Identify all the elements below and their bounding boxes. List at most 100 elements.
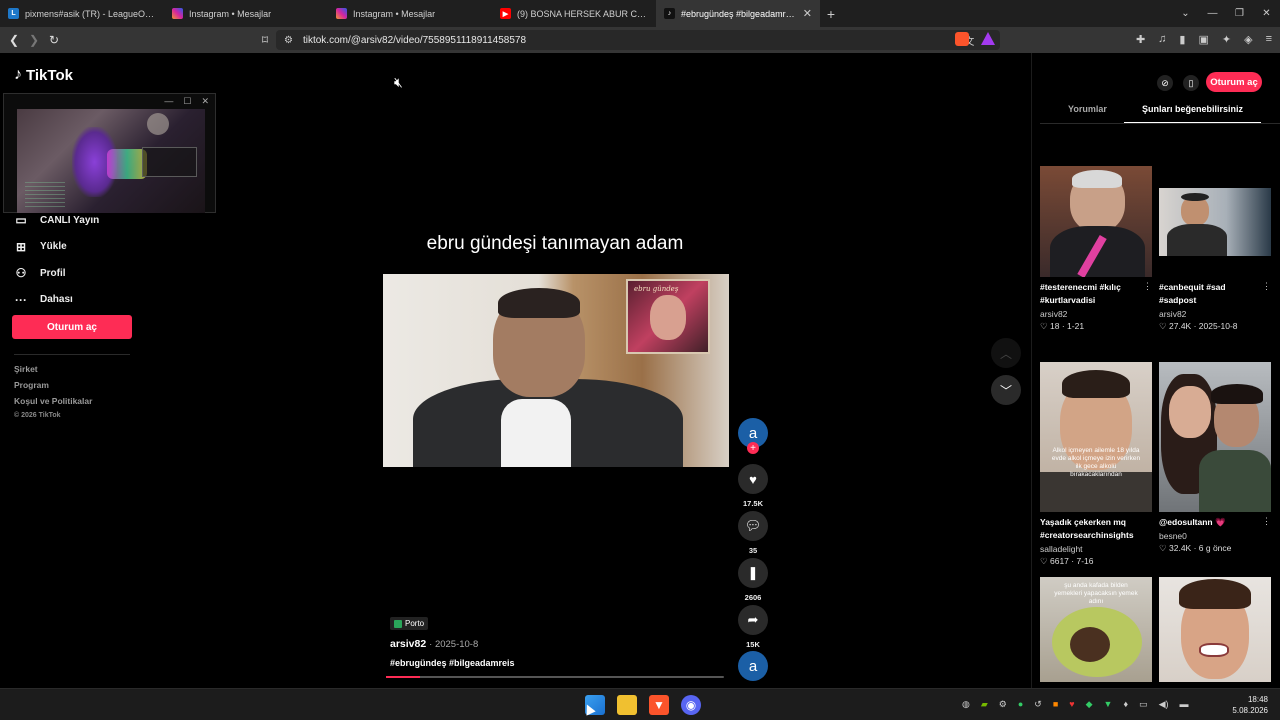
browser-tab[interactable]: Instagram • Mesajlar — [164, 0, 328, 27]
video-thumbnail[interactable]: şu anda kafada bilden yemekleri yapacaks… — [1040, 577, 1152, 682]
brave-browser-icon[interactable]: ▼ — [649, 695, 669, 715]
share-action[interactable]: ➦ 15K — [738, 605, 768, 649]
tiktok-logo[interactable]: ♪ TikTok — [14, 66, 73, 84]
card-user[interactable]: arsiv82 — [1159, 309, 1271, 319]
tray-green-icon[interactable]: ● — [1018, 699, 1023, 710]
heart-icon[interactable]: ♥ — [738, 464, 768, 494]
url-text[interactable]: tiktok.com/@arsiv82/video/75589511189114… — [303, 35, 526, 46]
extensions-icon[interactable]: ✚ — [1136, 33, 1145, 46]
share-icon[interactable]: ➦ — [738, 605, 768, 635]
tray-green2-icon[interactable]: ◆ — [1086, 699, 1093, 710]
like-action[interactable]: ♥ 17.5K — [738, 464, 768, 508]
tab-suggested[interactable]: Şunları beğenebilirsiniz — [1142, 104, 1243, 114]
comment-icon[interactable]: 💬︎ — [738, 511, 768, 541]
more-options-icon[interactable]: ⋮ — [1262, 281, 1271, 292]
menu-icon[interactable]: ≡ — [1266, 33, 1272, 46]
tab-list-chevron-icon[interactable]: ⌄ — [1172, 8, 1199, 19]
suggested-video-card[interactable]: #canbequit #sad #sadpost ⋮ arsiv82 ♡ 27.… — [1159, 166, 1271, 332]
sidebar-login-button[interactable]: Oturum aç — [12, 315, 132, 339]
mute-icon[interactable]: 🔇︎ — [394, 74, 403, 91]
sound-avatar[interactable]: a — [738, 651, 768, 681]
tab-comments[interactable]: Yorumlar — [1068, 104, 1107, 114]
video-thumbnail[interactable] — [1159, 166, 1271, 277]
picture-in-picture-window[interactable]: — ☐ ✕ — [3, 93, 216, 213]
media-icon[interactable]: ♫ — [1158, 33, 1166, 46]
card-user[interactable]: salladelight — [1040, 544, 1152, 554]
vpn-icon[interactable]: ◈ — [1244, 33, 1252, 46]
video-thumbnail[interactable] — [1159, 577, 1271, 682]
pip-minimize-icon[interactable]: — — [164, 96, 173, 106]
previous-video-button[interactable]: ︿ — [991, 338, 1021, 368]
video-progress-bar[interactable] — [386, 676, 724, 678]
discord-icon[interactable]: ◉ — [681, 695, 701, 715]
address-bar[interactable]: ⚙ tiktok.com/@arsiv82/video/755895111891… — [276, 30, 1000, 50]
suggested-video-card[interactable]: @edosultann 💗 ⋮ besne0 ♡ 32.4K · 6 g önc… — [1159, 362, 1271, 554]
sidebar-toggle-icon[interactable]: ▮ — [1179, 33, 1185, 46]
suggested-video-card[interactable]: #testerenecmi #kılıç #kurtlarvadisi ⋮ ar… — [1040, 166, 1152, 332]
phone-icon[interactable]: ▯ — [1183, 75, 1199, 91]
volume-icon[interactable]: ◀) — [1159, 699, 1169, 710]
browser-tab[interactable]: Instagram • Mesajlar — [328, 0, 492, 27]
sidebar-item-profile[interactable]: ⚇ Profil — [14, 260, 99, 287]
compass-icon[interactable]: ⊘ — [1157, 75, 1173, 91]
tray-orange-icon[interactable]: ■ — [1053, 699, 1058, 710]
site-info-icon[interactable]: ⚙ — [284, 35, 293, 46]
network-icon[interactable]: ▭ — [1139, 699, 1148, 710]
save-action[interactable]: ❚ 2606 — [738, 558, 768, 602]
header-login-button[interactable]: Oturum aç — [1206, 72, 1262, 92]
suggested-video-card[interactable]: şu anda kafada bilden yemekleri yapacaks… — [1040, 577, 1152, 682]
nvidia-icon[interactable]: ▰ — [981, 699, 988, 710]
microphone-icon[interactable]: ♦ — [1123, 699, 1128, 710]
tray-hook-icon[interactable]: ↺ — [1034, 699, 1042, 710]
card-user[interactable]: arsiv82 — [1040, 309, 1152, 319]
sidebar-item-upload[interactable]: ⊞ Yükle — [14, 234, 99, 261]
video-player[interactable]: ebru gündeş — [383, 274, 729, 467]
back-icon[interactable]: ❮ — [4, 33, 24, 47]
right-panel-tabs: Yorumlar Şunları beğenebilirsiniz — [1040, 104, 1280, 124]
browser-tab[interactable]: L pixmens#asik (TR) - LeagueOfGraphs — [0, 0, 164, 27]
browser-tab[interactable]: ▶ (9) BOSNA HERSEK ABUR CUBURLAR — [492, 0, 656, 27]
suggested-video-card[interactable]: Alkol içmeyen ailemle 18 yılda evde alko… — [1040, 362, 1152, 567]
close-tab-icon[interactable]: ✕ — [803, 7, 812, 20]
video-hashtags[interactable]: #ebrugündeş #bilgeadamreis — [390, 658, 515, 668]
browser-tab-active[interactable]: ♪ #ebrugündeş #bilgeadamreis | e ✕ — [656, 0, 820, 27]
wallet-icon[interactable]: ▣ — [1198, 33, 1208, 46]
next-video-button[interactable]: ﹀ — [991, 375, 1021, 405]
brave-rewards-icon[interactable] — [981, 32, 995, 45]
taskbar-clock[interactable]: 18:48 5.08.2026 — [1232, 694, 1268, 716]
reload-icon[interactable]: ↻ — [44, 33, 64, 47]
brave-shields-icon[interactable] — [955, 32, 969, 46]
footer-link-program[interactable]: Program — [14, 380, 92, 396]
video-thumbnail[interactable] — [1159, 362, 1271, 512]
tray-settings-icon[interactable]: ⚙ — [999, 699, 1007, 710]
bookmark-icon[interactable]: ❚ — [738, 558, 768, 588]
leo-ai-icon[interactable]: ✦ — [1222, 33, 1231, 46]
minimize-icon[interactable]: — — [1199, 8, 1226, 19]
sidebar-item-more[interactable]: ··· Dahası — [14, 287, 99, 314]
bookmark-icon[interactable]: ⌑ — [255, 33, 275, 47]
card-user[interactable]: besne0 — [1159, 531, 1271, 541]
location-tag[interactable]: Porto — [390, 617, 429, 630]
new-tab-button[interactable]: + — [820, 6, 842, 22]
more-options-icon[interactable]: ⋮ — [1143, 281, 1152, 292]
video-thumbnail[interactable] — [1040, 166, 1152, 277]
author-name[interactable]: arsiv82 — [390, 638, 426, 650]
battery-icon[interactable]: ▬ — [1180, 699, 1189, 710]
comment-action[interactable]: 💬︎ 35 — [738, 511, 768, 555]
file-explorer-icon[interactable] — [617, 695, 637, 715]
footer-link-company[interactable]: Şirket — [14, 364, 92, 380]
video-author[interactable]: arsiv82 · 2025-10-8 — [390, 638, 478, 650]
close-window-icon[interactable]: ✕ — [1253, 8, 1280, 19]
footer-link-terms[interactable]: Koşul ve Politikalar — [14, 396, 92, 412]
suggested-video-card[interactable] — [1159, 577, 1271, 682]
video-thumbnail[interactable]: Alkol içmeyen ailemle 18 yılda evde alko… — [1040, 362, 1152, 512]
tray-app-icon[interactable]: ◍ — [962, 699, 970, 710]
pip-maximize-icon[interactable]: ☐ — [183, 96, 191, 107]
maximize-icon[interactable]: ❐ — [1226, 8, 1253, 19]
pip-close-icon[interactable]: ✕ — [201, 96, 209, 107]
more-options-icon[interactable]: ⋮ — [1262, 516, 1271, 527]
tray-brave-icon[interactable]: ▼ — [1104, 699, 1113, 710]
tray-red-icon[interactable]: ♥ — [1069, 699, 1074, 710]
follow-plus-icon[interactable]: + — [747, 442, 759, 454]
forward-icon[interactable]: ❯ — [24, 33, 44, 47]
